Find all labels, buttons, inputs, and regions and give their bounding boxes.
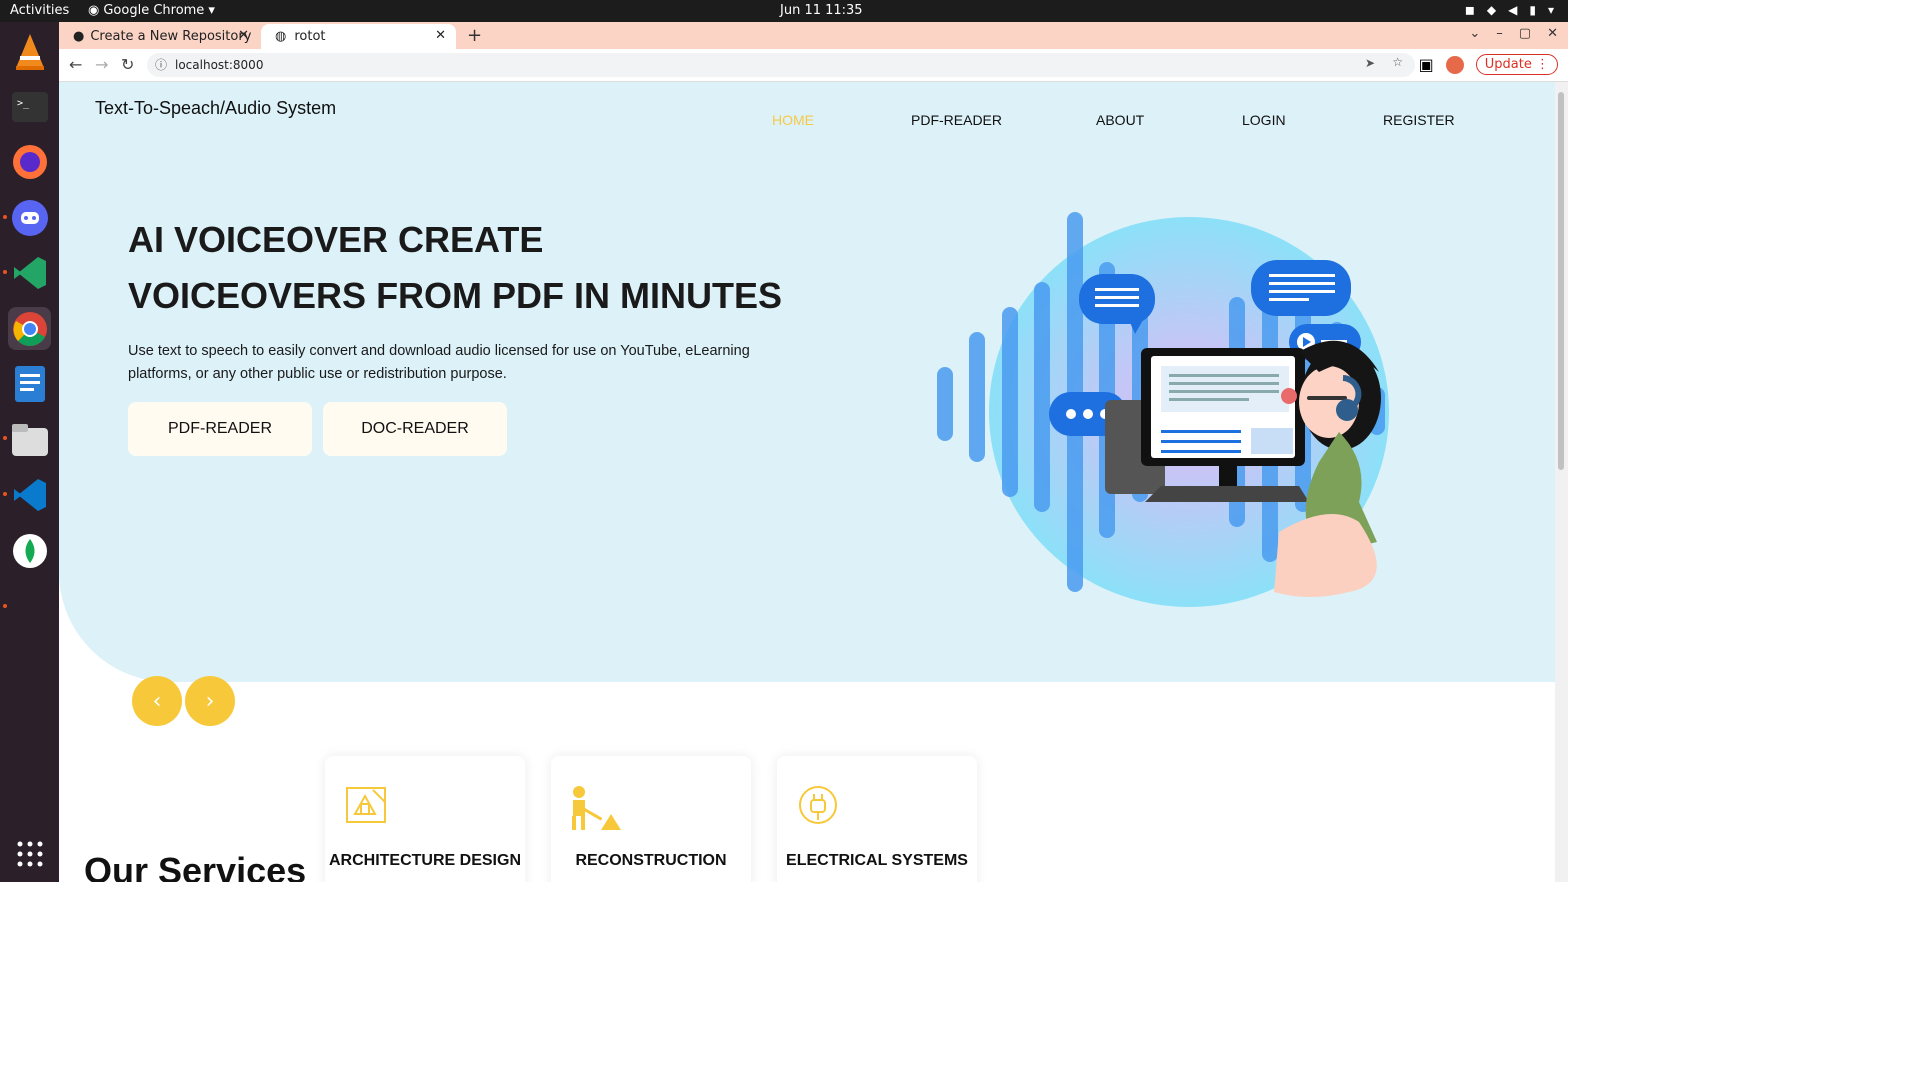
update-button[interactable]: Update ⋮	[1475, 54, 1558, 75]
hero-description: Use text to speech to easily convert and…	[128, 343, 750, 382]
tab-search-icon[interactable]: ⌄	[1469, 26, 1480, 41]
send-to-device-icon[interactable]: ➤	[1365, 56, 1375, 70]
toolbar-actions: ▣ Update ⋮	[1419, 54, 1558, 75]
side-panel-icon[interactable]: ▣	[1419, 55, 1434, 74]
services-heading: Our Services	[84, 850, 307, 882]
new-tab-button[interactable]: +	[467, 25, 482, 46]
electrical-plug-icon	[799, 786, 837, 824]
dock: >_	[0, 22, 59, 882]
forward-icon[interactable]: →	[95, 55, 108, 74]
system-top-bar: Activities ◉ Google Chrome ▾ Jun 11 11:3…	[0, 0, 1568, 22]
close-window-icon[interactable]: ✕	[1547, 26, 1558, 41]
tab-title: rotot	[294, 29, 326, 44]
service-label: RECONSTRUCTION	[575, 852, 727, 869]
bookmark-star-icon[interactable]: ☆	[1392, 55, 1403, 69]
carousel-next-button[interactable]: ›	[185, 676, 235, 726]
close-tab-icon[interactable]: ✕	[238, 28, 249, 43]
hero-headline: AI VOICEOVER CREATE VOICEOVERS FROM PDF …	[128, 219, 783, 316]
vscode-icon[interactable]	[8, 473, 51, 516]
url-text: localhost:8000	[175, 58, 264, 72]
nav-home[interactable]: HOME	[772, 112, 814, 128]
show-apps-icon[interactable]	[8, 832, 51, 875]
chevron-right-icon: ›	[205, 688, 215, 714]
writer-icon[interactable]	[8, 362, 51, 405]
web-page: Text-To-Speach/Audio System HOME PDF-REA…	[59, 82, 1555, 882]
service-card-reconstruction[interactable]: RECONSTRUCTION	[551, 756, 751, 882]
doc-reader-button[interactable]: DOC-READER	[323, 402, 507, 456]
volume-icon: ◀	[1508, 3, 1518, 17]
back-icon[interactable]: ←	[69, 55, 82, 74]
mongodb-compass-icon[interactable]	[8, 529, 51, 572]
service-label: ARCHITECTURE DESIGN	[328, 852, 521, 869]
vlc-icon[interactable]	[8, 30, 51, 73]
tab-create-repository[interactable]: ● Create a New Repository ✕	[59, 24, 259, 49]
vscode-green-icon[interactable]	[8, 251, 51, 294]
app-menu[interactable]: ◉ Google Chrome ▾	[88, 3, 215, 18]
chevron-left-icon: ‹	[152, 688, 162, 714]
close-tab-icon[interactable]: ✕	[435, 28, 446, 43]
voiceover-illustration	[937, 212, 1389, 607]
chrome-icon[interactable]	[8, 307, 51, 350]
svg-text:>_: >_	[17, 98, 30, 109]
reload-icon[interactable]: ↻	[121, 55, 134, 74]
tab-strip: ● Create a New Repository ✕ ◍ rotot ✕ + …	[59, 22, 1568, 49]
github-icon: ●	[73, 29, 85, 44]
power-menu-icon: ▾	[1547, 3, 1554, 17]
scrollbar-thumb[interactable]	[1558, 92, 1564, 470]
page-scrollbar[interactable]	[1555, 82, 1568, 882]
firefox-icon[interactable]	[8, 140, 51, 183]
site-brand[interactable]: Text-To-Speach/Audio System	[95, 98, 336, 119]
nav-register[interactable]: REGISTER	[1383, 112, 1455, 128]
discord-tray-icon: ◼	[1464, 3, 1475, 17]
clock[interactable]: Jun 11 11:35	[780, 3, 863, 18]
discord-icon[interactable]	[8, 196, 51, 239]
maximize-icon[interactable]: ▢	[1519, 26, 1531, 41]
nav-pdf-reader[interactable]: PDF-READER	[911, 112, 1002, 128]
service-card-electrical[interactable]: ELECTRICAL SYSTEMS	[777, 756, 977, 882]
service-label: ELECTRICAL SYSTEMS	[786, 852, 968, 869]
carousel-prev-button[interactable]: ‹	[132, 676, 182, 726]
tab-title: Create a New Repository	[90, 29, 252, 44]
caret-down-icon: ▾	[208, 3, 215, 18]
site-info-icon[interactable]: ⓘ	[155, 56, 167, 73]
minimize-icon[interactable]: –	[1496, 26, 1503, 41]
nav-about[interactable]: ABOUT	[1096, 112, 1144, 128]
battery-icon: ▮	[1529, 3, 1536, 17]
profile-avatar[interactable]	[1445, 55, 1464, 74]
address-bar[interactable]: ⓘ localhost:8000 ➤ ☆	[147, 53, 1415, 77]
system-tray[interactable]: ◼ ◆ ◀ ▮ ▾	[1465, 3, 1554, 17]
architecture-blueprint-icon	[346, 787, 386, 823]
terminal-icon[interactable]: >_	[8, 85, 51, 128]
app-name: Google Chrome	[103, 3, 205, 18]
chrome-small-icon: ◉	[88, 3, 100, 18]
worker-shovel-icon	[572, 786, 621, 830]
network-icon: ◆	[1486, 3, 1497, 17]
files-icon[interactable]	[8, 418, 51, 461]
nav-login[interactable]: LOGIN	[1242, 112, 1286, 128]
browser-toolbar: ← → ↻ ⓘ localhost:8000 ➤ ☆ ▣ Update ⋮	[59, 49, 1568, 82]
pdf-reader-button[interactable]: PDF-READER	[128, 402, 312, 456]
window-controls: ⌄ – ▢ ✕	[1469, 26, 1558, 41]
hero-section: Text-To-Speach/Audio System HOME PDF-REA…	[59, 82, 1555, 682]
globe-icon: ◍	[275, 29, 287, 44]
activities-button[interactable]: Activities	[10, 3, 69, 18]
service-card-architecture[interactable]: ARCHITECTURE DESIGN	[325, 756, 525, 882]
tab-rotot[interactable]: ◍ rotot ✕	[261, 24, 456, 49]
